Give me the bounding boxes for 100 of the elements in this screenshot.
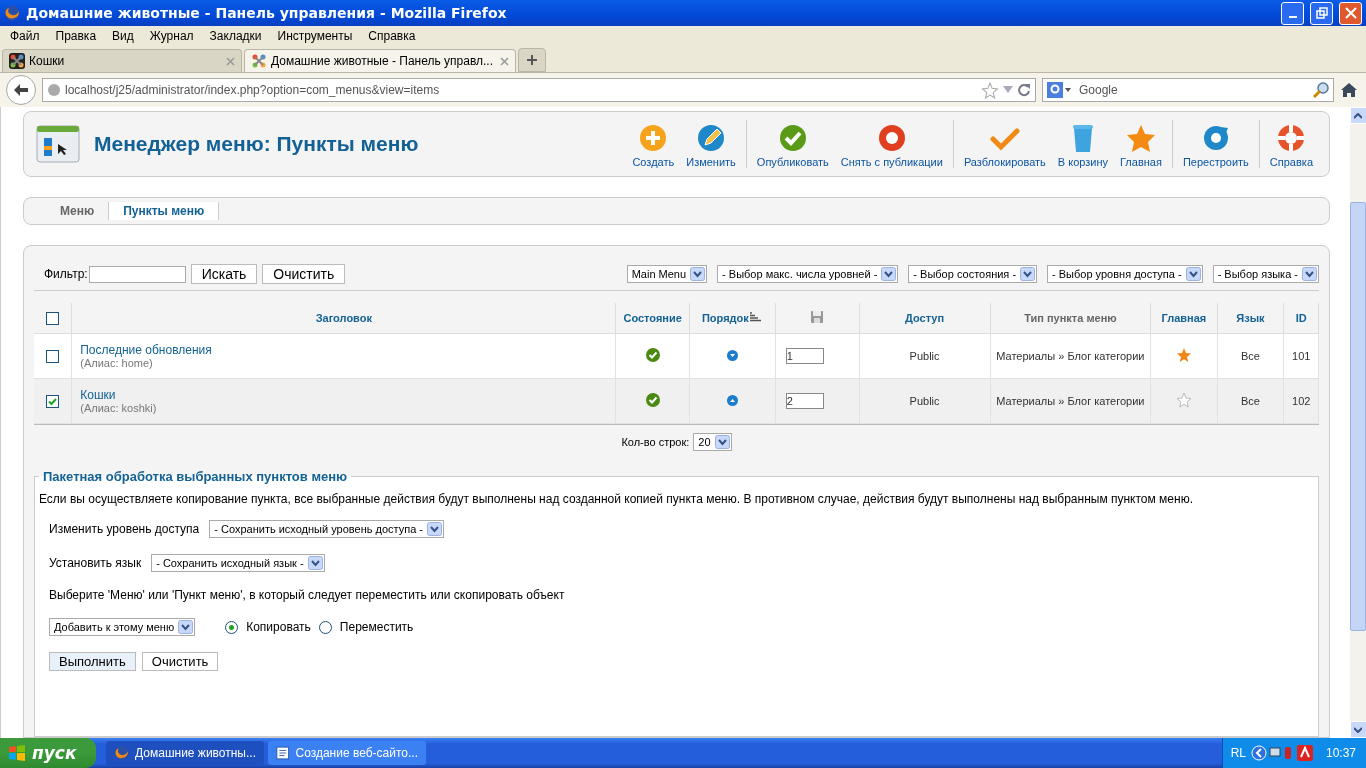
toolbar-button[interactable]: Создать xyxy=(626,120,681,168)
menu-item[interactable]: Закладки xyxy=(201,29,270,43)
scroll-up-button[interactable] xyxy=(1349,107,1366,124)
checkmark-icon[interactable] xyxy=(645,348,660,362)
access-text: Public xyxy=(909,395,940,407)
windows-logo-icon xyxy=(8,745,26,761)
id-text: 101 xyxy=(1292,350,1311,362)
globe-icon xyxy=(47,83,61,97)
batch-legend: Пакетная обработка выбранных пунктов меню xyxy=(39,469,352,484)
toolbar-button[interactable]: Справка xyxy=(1263,120,1319,168)
column-header[interactable]: Язык xyxy=(1236,312,1265,324)
browser-logo-icon xyxy=(114,745,130,761)
language-text: Все xyxy=(1241,350,1260,362)
filter-dropdown[interactable]: - Выбор уровня доступа - xyxy=(1047,265,1203,283)
back-arrow-icon xyxy=(13,83,29,97)
rows-label: Кол-во строк: xyxy=(621,436,690,448)
browser-logo-icon xyxy=(4,5,20,21)
toolbar-button[interactable]: Разблокировать xyxy=(957,120,1052,168)
checkbox[interactable] xyxy=(46,349,60,363)
checkbox[interactable] xyxy=(46,394,60,408)
sort-icon[interactable] xyxy=(748,312,763,322)
save-icon[interactable] xyxy=(810,310,825,324)
language-indicator[interactable]: RL xyxy=(1230,746,1246,760)
browser-tab[interactable]: Домашние животные - Панель управл... xyxy=(244,49,516,72)
batch-description: Если вы осуществляете копирование пункта, все выбранные действия будут выполнены над созданной копией пункта меню. В противном случае, действия будут выполнены над выбранным пунктом меню. xyxy=(39,492,1194,506)
close-icon[interactable] xyxy=(500,56,509,66)
menu-dropdown[interactable]: Добавить к этому меню xyxy=(49,618,196,636)
toolbar-button[interactable]: Главная xyxy=(1114,120,1168,168)
filter-dropdown[interactable]: - Выбор состояния - xyxy=(908,265,1038,283)
close-icon xyxy=(1344,7,1357,19)
column-header[interactable]: ID xyxy=(1295,312,1307,324)
filter-label: Фильтр: xyxy=(44,267,88,281)
menu-item[interactable]: Файл xyxy=(2,29,48,43)
taskbar-item[interactable]: Создание веб-сайто... xyxy=(268,741,426,765)
submenu-tab[interactable]: Пункты меню xyxy=(109,202,220,220)
home-icon[interactable] xyxy=(1340,82,1358,98)
menu-item[interactable]: Правка xyxy=(47,29,105,43)
start-button[interactable]: пуск xyxy=(0,738,96,768)
rows-dropdown[interactable]: 20 xyxy=(693,433,732,451)
type-text: Материалы » Блог категории xyxy=(996,395,1145,407)
back-button[interactable] xyxy=(6,75,36,105)
search-engine-icon[interactable] xyxy=(1047,82,1073,98)
filter-dropdown[interactable]: - Выбор языка - xyxy=(1212,265,1319,283)
radio-label[interactable]: Переместить xyxy=(339,620,414,634)
new-tab-button[interactable] xyxy=(518,48,546,72)
order-field[interactable]: 1 xyxy=(785,348,824,364)
filter-button[interactable]: Искать xyxy=(190,264,258,284)
filter-button[interactable]: Очистить xyxy=(262,264,346,284)
taskbar-item[interactable]: Домашние животны... xyxy=(106,741,264,765)
toolbar-button[interactable]: Опубликовать xyxy=(750,120,835,168)
access-dropdown[interactable]: - Сохранить исходный уровень доступа - xyxy=(209,520,445,538)
menu-item[interactable]: Вид xyxy=(104,29,142,43)
language-text: Все xyxy=(1241,395,1260,407)
search-bar[interactable]: Google xyxy=(1042,78,1334,102)
access-text: Public xyxy=(909,350,940,362)
scroll-down-button[interactable] xyxy=(1349,721,1366,738)
menu-manager-icon xyxy=(36,124,80,164)
minimize-icon xyxy=(1288,16,1297,18)
restore-button[interactable] xyxy=(1310,1,1333,25)
filter-field[interactable] xyxy=(88,265,186,283)
filter-dropdown[interactable]: Main Menu xyxy=(626,265,708,283)
language-label: Установить язык xyxy=(49,556,142,570)
star-outline-icon[interactable] xyxy=(981,81,999,99)
browser-tab[interactable]: Кошки xyxy=(2,49,242,72)
radio-button[interactable] xyxy=(318,620,332,634)
toolbar-button[interactable]: Снять с публикации xyxy=(834,120,949,168)
close-button[interactable] xyxy=(1339,1,1362,25)
access-label: Изменить уровень доступа xyxy=(49,522,200,536)
column-header[interactable]: Заголовок xyxy=(315,312,372,324)
toolbar-button[interactable]: В корзину xyxy=(1051,120,1114,168)
site-icon xyxy=(9,53,25,69)
search-icon[interactable] xyxy=(1313,82,1329,98)
radio-button[interactable] xyxy=(225,620,239,634)
filter-dropdown[interactable]: - Выбор макс. числа уровней - xyxy=(717,265,899,283)
radio-label[interactable]: Копировать xyxy=(246,620,311,634)
minimize-button[interactable] xyxy=(1281,1,1304,25)
item-title-link[interactable]: Кошки xyxy=(80,388,615,402)
page-title: Менеджер меню: Пункты меню xyxy=(94,132,419,156)
toolbar-button[interactable]: Изменить xyxy=(680,120,742,168)
id-text: 102 xyxy=(1292,395,1311,407)
site-icon xyxy=(251,53,267,69)
checkbox[interactable] xyxy=(46,311,60,325)
order-field[interactable]: 2 xyxy=(785,393,824,409)
star-outline-icon[interactable] xyxy=(1175,392,1192,408)
star-icon[interactable] xyxy=(1175,347,1192,363)
alias-text: (Алиас: koshki) xyxy=(80,402,157,414)
item-title-link[interactable]: Последние обновления xyxy=(80,343,615,357)
document-icon xyxy=(276,745,290,761)
address-bar[interactable]: localhost/j25/administrator/index.php?option=com_menus&view=items xyxy=(42,78,1036,102)
toolbar-button[interactable]: Перестроить xyxy=(1176,120,1255,168)
reload-icon[interactable] xyxy=(1017,83,1031,97)
batch-button[interactable]: Выполнить xyxy=(49,652,136,671)
language-dropdown[interactable]: - Сохранить исходный язык - xyxy=(151,554,325,572)
column-header[interactable]: Доступ xyxy=(905,312,945,324)
menu-item[interactable]: Журнал xyxy=(141,29,202,43)
checkmark-icon[interactable] xyxy=(645,393,660,407)
batch-button[interactable]: Очистить xyxy=(141,652,219,671)
menu-item[interactable]: Справка xyxy=(360,29,424,43)
scroll-thumb[interactable] xyxy=(1350,202,1366,631)
menu-item[interactable]: Инструменты xyxy=(269,29,361,43)
